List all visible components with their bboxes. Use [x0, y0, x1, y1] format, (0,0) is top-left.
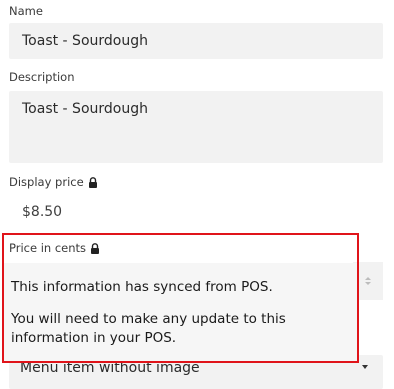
chevron-down-icon	[362, 365, 368, 369]
lock-icon	[88, 176, 97, 188]
name-label: Name	[9, 4, 43, 18]
sync-info-tooltip-highlight: This information has synced from POS. Yo…	[2, 233, 359, 363]
description-field[interactable]: Toast - Sourdough	[9, 91, 383, 163]
description-value: Toast - Sourdough	[22, 101, 148, 117]
display-price-label: Display price	[9, 175, 98, 189]
tooltip-line-1: This information has synced from POS.	[11, 279, 273, 295]
display-price-value: $8.50	[22, 204, 63, 220]
description-label: Description	[9, 70, 75, 84]
sync-info-tooltip: This information has synced from POS. Yo…	[4, 263, 357, 361]
stepper-arrows-icon	[365, 277, 371, 285]
tooltip-line-2: You will need to make any update to this…	[11, 311, 286, 346]
name-value: Toast - Sourdough	[22, 33, 148, 49]
name-field[interactable]: Toast - Sourdough	[9, 23, 383, 59]
